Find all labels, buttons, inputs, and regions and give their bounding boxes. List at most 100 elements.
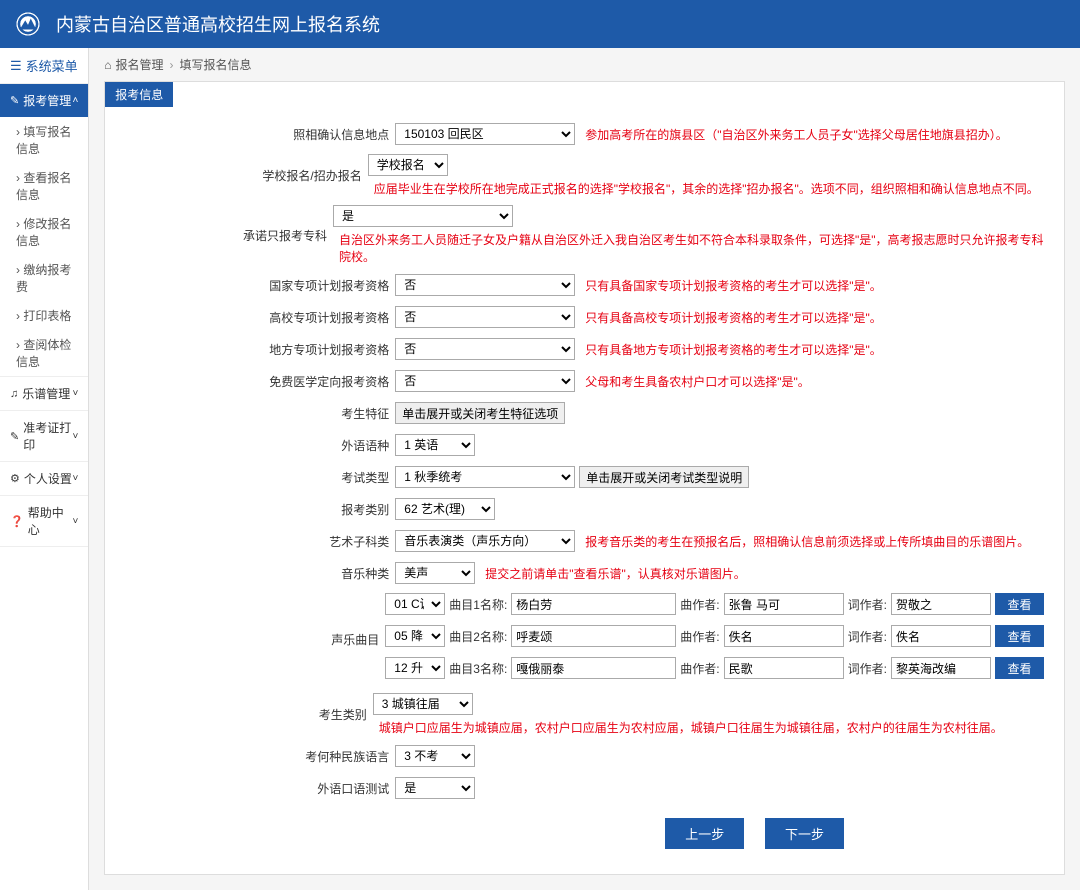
input-song1-name[interactable] <box>511 593 676 615</box>
select-oral-test[interactable]: 是 <box>395 777 475 799</box>
song-row-2: 05 降B调 曲目2名称: 曲作者: 词作者: 查看乐谱 <box>385 625 1044 647</box>
hint-school-reg: 应届毕业生在学校所在地完成正式报名的选择"学校报名"，其余的选择"招办报名"。选… <box>374 180 1039 197</box>
chevron-down-icon: ˅ <box>72 431 78 442</box>
sidebar-section-baokao[interactable]: ✎报考管理 ˄ <box>0 84 88 117</box>
select-photo-confirm[interactable]: 150103 回民区 <box>395 123 575 145</box>
label-promise-zk: 承诺只报考专科 <box>125 227 333 244</box>
chevron-down-icon: ˅ <box>72 473 78 484</box>
music-icon: ♫ <box>10 388 18 400</box>
select-free-medical[interactable]: 否 <box>395 370 575 392</box>
label-national-plan: 国家专项计划报考资格 <box>125 277 395 294</box>
btn-next[interactable]: 下一步 <box>765 818 844 849</box>
hint-music-type: 提交之前请单击"查看乐谱"，认真核对乐谱图片。 <box>485 565 746 582</box>
select-student-cat[interactable]: 3 城镇往届 <box>373 693 473 715</box>
sidebar-item-view[interactable]: › 查看报名信息 <box>0 163 88 209</box>
label-song2-name: 曲目2名称: <box>449 628 507 645</box>
hint-college-plan: 只有具备高校专项计划报考资格的考生才可以选择"是"。 <box>585 309 882 326</box>
chevron-up-icon: ˄ <box>72 95 78 106</box>
sidebar-section-ticket[interactable]: ✎准考证打印 ˅ <box>0 411 88 461</box>
btn-toggle-examtype[interactable]: 单击展开或关闭考试类型说明 <box>579 466 749 488</box>
sidebar-item-edit[interactable]: › 修改报名信息 <box>0 209 88 255</box>
input-song2-composer[interactable] <box>724 625 844 647</box>
app-title: 内蒙古自治区普通高校招生网上报名系统 <box>56 11 380 37</box>
logo-icon <box>10 6 46 42</box>
breadcrumb-item-1[interactable]: 报名管理 <box>116 56 164 73</box>
sidebar-item-print[interactable]: › 打印表格 <box>0 301 88 330</box>
input-song3-composer[interactable] <box>724 657 844 679</box>
input-song2-lyricist[interactable] <box>891 625 991 647</box>
label-college-plan: 高校专项计划报考资格 <box>125 309 395 326</box>
sidebar-item-pay[interactable]: › 缴纳报考费 <box>0 255 88 301</box>
gear-icon: ⚙ <box>10 472 20 485</box>
help-icon: ❓ <box>10 515 24 528</box>
form-panel: 报考信息 照相确认信息地点 150103 回民区 参加高考所在的旗县区（"自治区… <box>104 81 1065 875</box>
hint-student-cat: 城镇户口应届生为城镇应届，农村户口应届生为农村应届，城镇户口往届生为城镇往届，农… <box>379 719 1003 736</box>
sidebar-section-help[interactable]: ❓帮助中心 ˅ <box>0 496 88 546</box>
label-free-medical: 免费医学定向报考资格 <box>125 373 395 390</box>
label-exam-type: 考试类型 <box>125 469 395 486</box>
input-song3-lyricist[interactable] <box>891 657 991 679</box>
label-song2-composer: 曲作者: <box>680 628 719 645</box>
sidebar-item-physical[interactable]: › 查阅体检信息 <box>0 330 88 376</box>
sidebar-menu-title: ☰ 系统菜单 <box>0 48 88 84</box>
edit-icon: ✎ <box>10 94 19 107</box>
select-college-plan[interactable]: 否 <box>395 306 575 328</box>
label-song2-lyricist: 词作者: <box>848 628 887 645</box>
select-local-plan[interactable]: 否 <box>395 338 575 360</box>
label-vocal: 声乐曲目 <box>125 631 385 648</box>
select-foreign-lang[interactable]: 1 英语 <box>395 434 475 456</box>
btn-view-score-1[interactable]: 查看乐谱 <box>995 593 1044 615</box>
label-song1-lyricist: 词作者: <box>848 596 887 613</box>
label-photo-confirm: 照相确认信息地点 <box>125 126 395 143</box>
select-national-plan[interactable]: 否 <box>395 274 575 296</box>
chevron-down-icon: ˅ <box>72 516 78 527</box>
label-student-cat: 考生类别 <box>125 706 372 723</box>
label-oral-test: 外语口语测试 <box>125 780 395 797</box>
hint-national-plan: 只有具备国家专项计划报考资格的考生才可以选择"是"。 <box>585 277 882 294</box>
label-song3-lyricist: 词作者: <box>848 660 887 677</box>
app-header: 内蒙古自治区普通高校招生网上报名系统 <box>0 0 1080 48</box>
label-art-sub: 艺术子科类 <box>125 533 395 550</box>
hint-photo-confirm: 参加高考所在的旗县区（"自治区外来务工人员子女"选择父母居住地旗县招办）。 <box>585 126 1008 143</box>
song-row-1: 01 C调 曲目1名称: 曲作者: 词作者: 查看乐谱 <box>385 593 1044 615</box>
label-music-type: 音乐种类 <box>125 565 395 582</box>
select-song2-key[interactable]: 05 降B调 <box>385 625 445 647</box>
select-ethnic-lang[interactable]: 3 不考 <box>395 745 475 767</box>
breadcrumb: ⌂ 报名管理 › 填写报名信息 <box>104 48 1065 81</box>
select-song3-key[interactable]: 12 升F调 <box>385 657 445 679</box>
btn-view-score-3[interactable]: 查看乐谱 <box>995 657 1044 679</box>
select-music-type[interactable]: 美声 <box>395 562 475 584</box>
select-exam-type[interactable]: 1 秋季统考 <box>395 466 575 488</box>
btn-toggle-trait[interactable]: 单击展开或关闭考生特征选项 <box>395 402 565 424</box>
input-song3-name[interactable] <box>511 657 676 679</box>
label-apply-category: 报考类别 <box>125 501 395 518</box>
panel-title: 报考信息 <box>105 82 173 107</box>
select-apply-category[interactable]: 62 艺术(理) <box>395 498 495 520</box>
label-song3-name: 曲目3名称: <box>449 660 507 677</box>
select-promise-zk[interactable]: 是 <box>333 205 513 227</box>
menu-icon: ☰ <box>10 58 22 74</box>
btn-prev[interactable]: 上一步 <box>665 818 744 849</box>
song-row-3: 12 升F调 曲目3名称: 曲作者: 词作者: 查看乐谱 <box>385 657 1044 679</box>
home-icon: ⌂ <box>104 58 111 72</box>
hint-art-sub: 报考音乐类的考生在预报名后，照相确认信息前须选择或上传所填曲目的乐谱图片。 <box>585 533 1029 550</box>
label-local-plan: 地方专项计划报考资格 <box>125 341 395 358</box>
label-ethnic-lang: 考何种民族语言 <box>125 748 395 765</box>
hint-free-medical: 父母和考生具备农村户口才可以选择"是"。 <box>585 373 810 390</box>
sidebar-item-fill[interactable]: › 填写报名信息 <box>0 117 88 163</box>
input-song2-name[interactable] <box>511 625 676 647</box>
sidebar: ☰ 系统菜单 ✎报考管理 ˄ › 填写报名信息 › 查看报名信息 › 修改报名信… <box>0 48 89 890</box>
sidebar-section-settings[interactable]: ⚙个人设置 ˅ <box>0 462 88 495</box>
select-song1-key[interactable]: 01 C调 <box>385 593 445 615</box>
input-song1-lyricist[interactable] <box>891 593 991 615</box>
main-content: ⌂ 报名管理 › 填写报名信息 报考信息 照相确认信息地点 150103 回民区… <box>89 48 1080 890</box>
btn-view-score-2[interactable]: 查看乐谱 <box>995 625 1044 647</box>
input-song1-composer[interactable] <box>724 593 844 615</box>
label-foreign-lang: 外语语种 <box>125 437 395 454</box>
sidebar-section-score[interactable]: ♫乐谱管理 ˅ <box>0 377 88 410</box>
hint-promise-zk: 自治区外来务工人员随迁子女及户籍从自治区外迁入我自治区考生如不符合本科录取条件，… <box>339 231 1044 265</box>
select-school-reg[interactable]: 学校报名 <box>368 154 448 176</box>
label-song3-composer: 曲作者: <box>680 660 719 677</box>
select-art-sub[interactable]: 音乐表演类（声乐方向） <box>395 530 575 552</box>
label-school-reg: 学校报名/招办报名 <box>125 167 367 184</box>
